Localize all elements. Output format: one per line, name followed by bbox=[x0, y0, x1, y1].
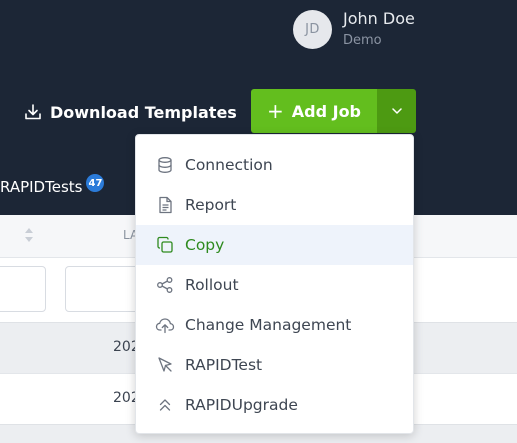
menu-item-rollout[interactable]: Rollout bbox=[136, 265, 413, 305]
share-icon bbox=[155, 275, 175, 295]
tab-rapidtests[interactable]: RAPIDTests 47 bbox=[0, 174, 105, 196]
plus-icon: + bbox=[266, 99, 284, 123]
download-templates-label: Download Templates bbox=[50, 102, 237, 122]
user-role: Demo bbox=[343, 33, 382, 48]
cloud-upload-icon bbox=[155, 315, 175, 335]
menu-item-label: Report bbox=[185, 196, 237, 214]
avatar[interactable]: JD bbox=[293, 10, 332, 49]
menu-item-change-management[interactable]: Change Management bbox=[136, 305, 413, 345]
menu-item-label: Copy bbox=[185, 236, 225, 254]
menu-item-rapidtest[interactable]: RAPIDTest bbox=[136, 345, 413, 385]
double-chevron-up-icon bbox=[155, 395, 175, 415]
count-badge: 47 bbox=[86, 174, 105, 192]
menu-item-label: Rollout bbox=[185, 276, 239, 294]
chevron-down-icon bbox=[391, 108, 402, 114]
download-icon bbox=[25, 104, 41, 120]
add-job-label: Add Job bbox=[291, 101, 362, 121]
add-job-button[interactable]: + Add Job bbox=[251, 89, 377, 133]
copy-icon bbox=[155, 235, 175, 255]
filter-input[interactable] bbox=[0, 266, 46, 312]
menu-item-rapidupgrade[interactable]: RAPIDUpgrade bbox=[136, 385, 413, 425]
document-icon bbox=[155, 195, 175, 215]
menu-item-label: Change Management bbox=[185, 316, 352, 334]
add-job-dropdown-toggle[interactable] bbox=[377, 89, 416, 133]
database-icon bbox=[155, 155, 175, 175]
menu-item-label: RAPIDUpgrade bbox=[185, 396, 298, 414]
menu-item-label: RAPIDTest bbox=[185, 356, 263, 374]
menu-item-connection[interactable]: Connection bbox=[136, 145, 413, 185]
menu-item-report[interactable]: Report bbox=[136, 185, 413, 225]
menu-item-label: Connection bbox=[185, 156, 273, 174]
tab-rapidtests-label: RAPIDTests bbox=[0, 178, 83, 196]
user-name[interactable]: John Doe bbox=[343, 9, 415, 28]
add-job-menu: Connection Report Copy Rollout Change Ma… bbox=[135, 134, 414, 434]
sort-icon[interactable] bbox=[24, 226, 34, 244]
menu-item-copy[interactable]: Copy bbox=[136, 225, 413, 265]
download-templates-button[interactable]: Download Templates bbox=[24, 101, 237, 123]
cursor-icon bbox=[155, 355, 175, 375]
